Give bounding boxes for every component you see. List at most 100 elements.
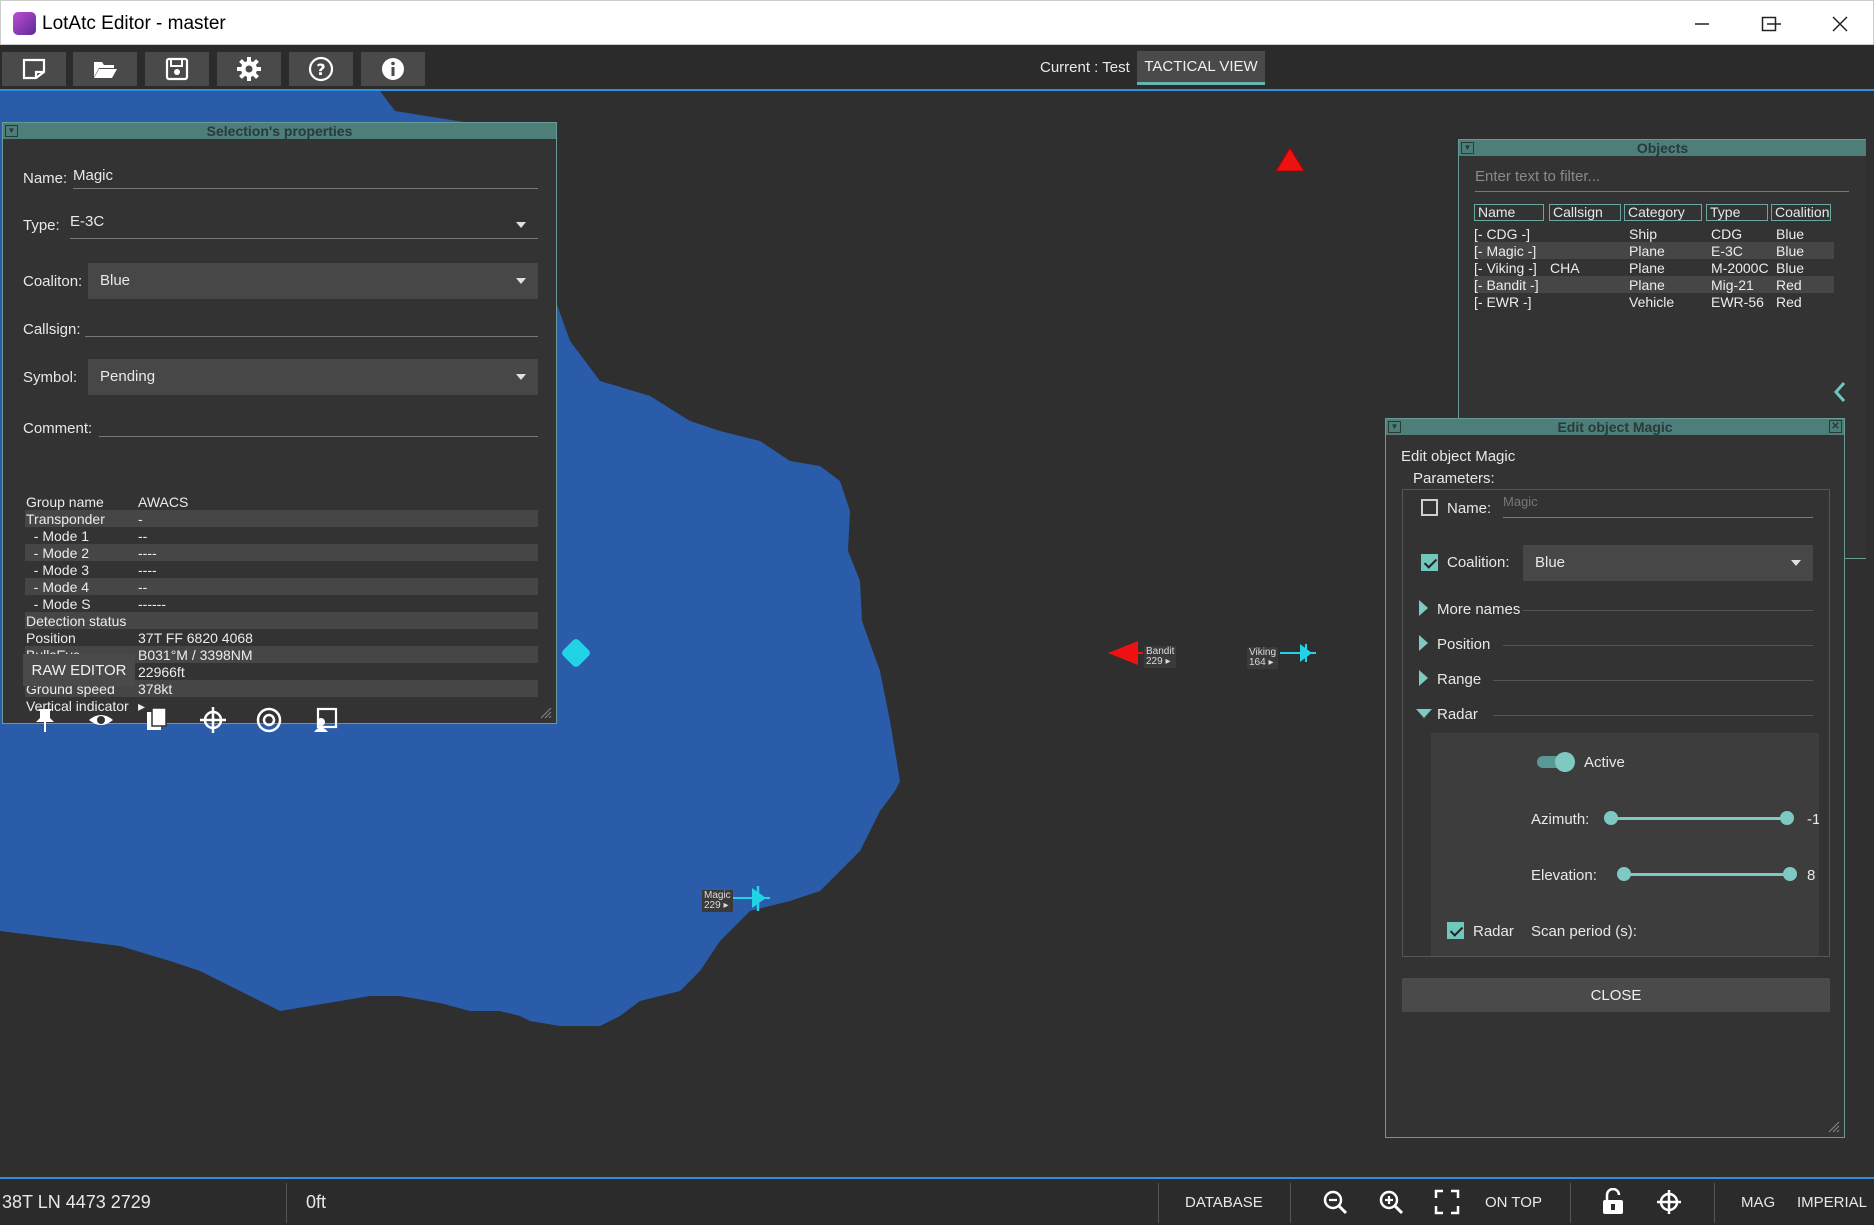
table-row[interactable]: [- CDG -] Ship CDG Blue bbox=[1474, 225, 1834, 242]
fullscreen-button[interactable] bbox=[1434, 1179, 1460, 1225]
resize-grip-icon[interactable] bbox=[540, 707, 552, 719]
cell-name: [- Bandit -] bbox=[1474, 277, 1539, 293]
type-select[interactable]: E-3C bbox=[70, 213, 538, 239]
mag-toggle[interactable]: MAG bbox=[1741, 1179, 1775, 1225]
open-file-button[interactable] bbox=[73, 52, 137, 86]
property-row: - Mode 1 -- bbox=[25, 527, 538, 544]
close-icon[interactable]: ✕ bbox=[1829, 420, 1842, 433]
edit-heading: Edit object Magic bbox=[1401, 448, 1516, 465]
column-header-type[interactable]: Type bbox=[1706, 204, 1768, 221]
maximize-button[interactable] bbox=[1734, 1, 1804, 46]
edit-object-header[interactable]: ▼ Edit object Magic ✕ bbox=[1386, 419, 1844, 435]
comment-field[interactable] bbox=[99, 413, 538, 437]
property-row: - Mode 3 ---- bbox=[25, 561, 538, 578]
elevation-label: Elevation: bbox=[1531, 867, 1597, 884]
magic-track-label[interactable]: Magic 229 ▸ bbox=[702, 890, 733, 912]
window-titlebar: LotAtc Editor - master bbox=[0, 0, 1874, 45]
property-key: Group name bbox=[26, 494, 104, 510]
zoom-out-button[interactable] bbox=[1322, 1179, 1348, 1225]
table-row[interactable]: [- Bandit -] Plane Mig-21 Red bbox=[1474, 276, 1834, 293]
pin-icon[interactable] bbox=[30, 705, 60, 735]
resize-grip-icon[interactable] bbox=[1828, 1121, 1840, 1133]
bandit-track-label[interactable]: Bandit 229 ▸ bbox=[1144, 646, 1177, 668]
column-header-coalition[interactable]: Coalition bbox=[1771, 204, 1831, 221]
radar-label: Radar bbox=[1437, 706, 1478, 723]
bandit-symbol bbox=[1108, 641, 1138, 665]
property-value: 378kt bbox=[138, 681, 173, 697]
edit-name-input[interactable]: Magic bbox=[1503, 494, 1813, 518]
cell-type: E-3C bbox=[1711, 243, 1743, 259]
zoom-in-button[interactable] bbox=[1378, 1179, 1404, 1225]
property-key: - Mode 4 bbox=[26, 579, 90, 595]
property-row: Transponder - bbox=[25, 510, 538, 527]
table-row[interactable]: [- Magic -] Plane E-3C Blue bbox=[1474, 242, 1834, 259]
collapse-icon[interactable]: ▼ bbox=[1461, 142, 1474, 154]
callsign-field[interactable] bbox=[85, 313, 538, 337]
symbol-select[interactable]: Pending bbox=[88, 359, 538, 395]
name-field[interactable]: Magic bbox=[73, 167, 538, 189]
collapse-icon[interactable]: ▼ bbox=[5, 125, 18, 137]
zoom-in-icon bbox=[1379, 1190, 1404, 1215]
on-top-button[interactable]: ON TOP bbox=[1485, 1179, 1542, 1225]
database-button[interactable]: DATABASE bbox=[1185, 1179, 1263, 1225]
radar-scan-checkbox[interactable] bbox=[1447, 922, 1464, 939]
imperial-toggle[interactable]: IMPERIAL bbox=[1797, 1179, 1867, 1225]
chevron-right-icon bbox=[1419, 670, 1428, 686]
selection-properties-header[interactable]: ▼ Selection's properties bbox=[3, 123, 556, 139]
save-button[interactable] bbox=[145, 52, 209, 86]
cell-coalition: Red bbox=[1776, 277, 1802, 293]
viking-symbol bbox=[1280, 644, 1316, 662]
name-checkbox[interactable] bbox=[1421, 499, 1438, 516]
folder-open-icon bbox=[94, 62, 117, 78]
help-button[interactable]: ? bbox=[289, 52, 353, 86]
crosshair-icon[interactable] bbox=[198, 705, 228, 735]
column-header-category[interactable]: Category bbox=[1624, 204, 1702, 221]
center-button[interactable] bbox=[1656, 1179, 1682, 1225]
lock-button[interactable] bbox=[1600, 1179, 1626, 1225]
copy-icon[interactable] bbox=[142, 705, 172, 735]
tactical-map[interactable]: Bandit 229 ▸ Viking 164 ▸ Magic 229 ▸ ▼ Sel… bbox=[0, 91, 1874, 1177]
tactical-view-tab[interactable]: TACTICAL VIEW bbox=[1137, 51, 1265, 85]
raw-editor-button[interactable]: RAW EDITOR bbox=[23, 654, 135, 686]
objects-filter-input[interactable]: Enter text to filter... bbox=[1475, 168, 1849, 192]
cell-type: CDG bbox=[1711, 226, 1743, 242]
column-header-name[interactable]: Name bbox=[1474, 204, 1544, 221]
settings-button[interactable] bbox=[217, 52, 281, 86]
table-row[interactable]: [- EWR -] Vehicle EWR-56 Red bbox=[1474, 293, 1834, 310]
edit-coalition-select[interactable]: Blue bbox=[1523, 545, 1813, 581]
chevron-down-icon bbox=[1791, 560, 1801, 566]
property-key: Position bbox=[26, 630, 76, 646]
type-label: Type: bbox=[23, 217, 60, 234]
close-button[interactable]: CLOSE bbox=[1402, 978, 1830, 1012]
parameters-box: Name: Magic Coalition: Blue More names P… bbox=[1402, 489, 1830, 957]
property-value: 37T FF 6820 4068 bbox=[138, 630, 253, 646]
close-window-button[interactable] bbox=[1805, 1, 1874, 46]
coalition-value: Blue bbox=[100, 272, 131, 289]
target-icon[interactable] bbox=[254, 705, 284, 735]
table-row[interactable]: [- Viking -] CHA Plane M-2000C Blue bbox=[1474, 259, 1834, 276]
coalition-label: Coaliton: bbox=[23, 273, 83, 290]
column-header-callsign[interactable]: Callsign bbox=[1549, 204, 1621, 221]
chevron-left-icon[interactable] bbox=[1832, 380, 1848, 404]
eye-icon[interactable] bbox=[86, 705, 116, 735]
objects-header[interactable]: ▼ Objects bbox=[1459, 140, 1866, 156]
collapse-icon[interactable]: ▼ bbox=[1388, 421, 1401, 433]
coalition-select[interactable]: Blue bbox=[88, 263, 538, 299]
cell-category: Ship bbox=[1629, 226, 1658, 242]
new-file-button[interactable] bbox=[2, 52, 66, 86]
cell-callsign: CHA bbox=[1550, 260, 1580, 276]
property-key: Transponder bbox=[26, 511, 105, 527]
azimuth-value: -1 bbox=[1807, 811, 1819, 828]
window-title: LotAtc Editor - master bbox=[42, 13, 226, 34]
selection-properties-panel: ▼ Selection's properties Name: Magic Typ… bbox=[2, 122, 557, 733]
new-file-icon bbox=[22, 58, 46, 80]
azimuth-label: Azimuth: bbox=[1531, 811, 1590, 828]
coalition-checkbox[interactable] bbox=[1421, 554, 1438, 571]
active-toggle[interactable] bbox=[1537, 752, 1575, 772]
contact-card-icon[interactable] bbox=[310, 705, 340, 735]
info-button[interactable] bbox=[361, 52, 425, 86]
minimize-button-2[interactable] bbox=[1667, 1, 1737, 46]
viking-track-label[interactable]: Viking 164 ▸ bbox=[1247, 647, 1279, 669]
panel-title: Objects bbox=[1636, 140, 1689, 156]
more-names-label: More names bbox=[1437, 601, 1521, 618]
